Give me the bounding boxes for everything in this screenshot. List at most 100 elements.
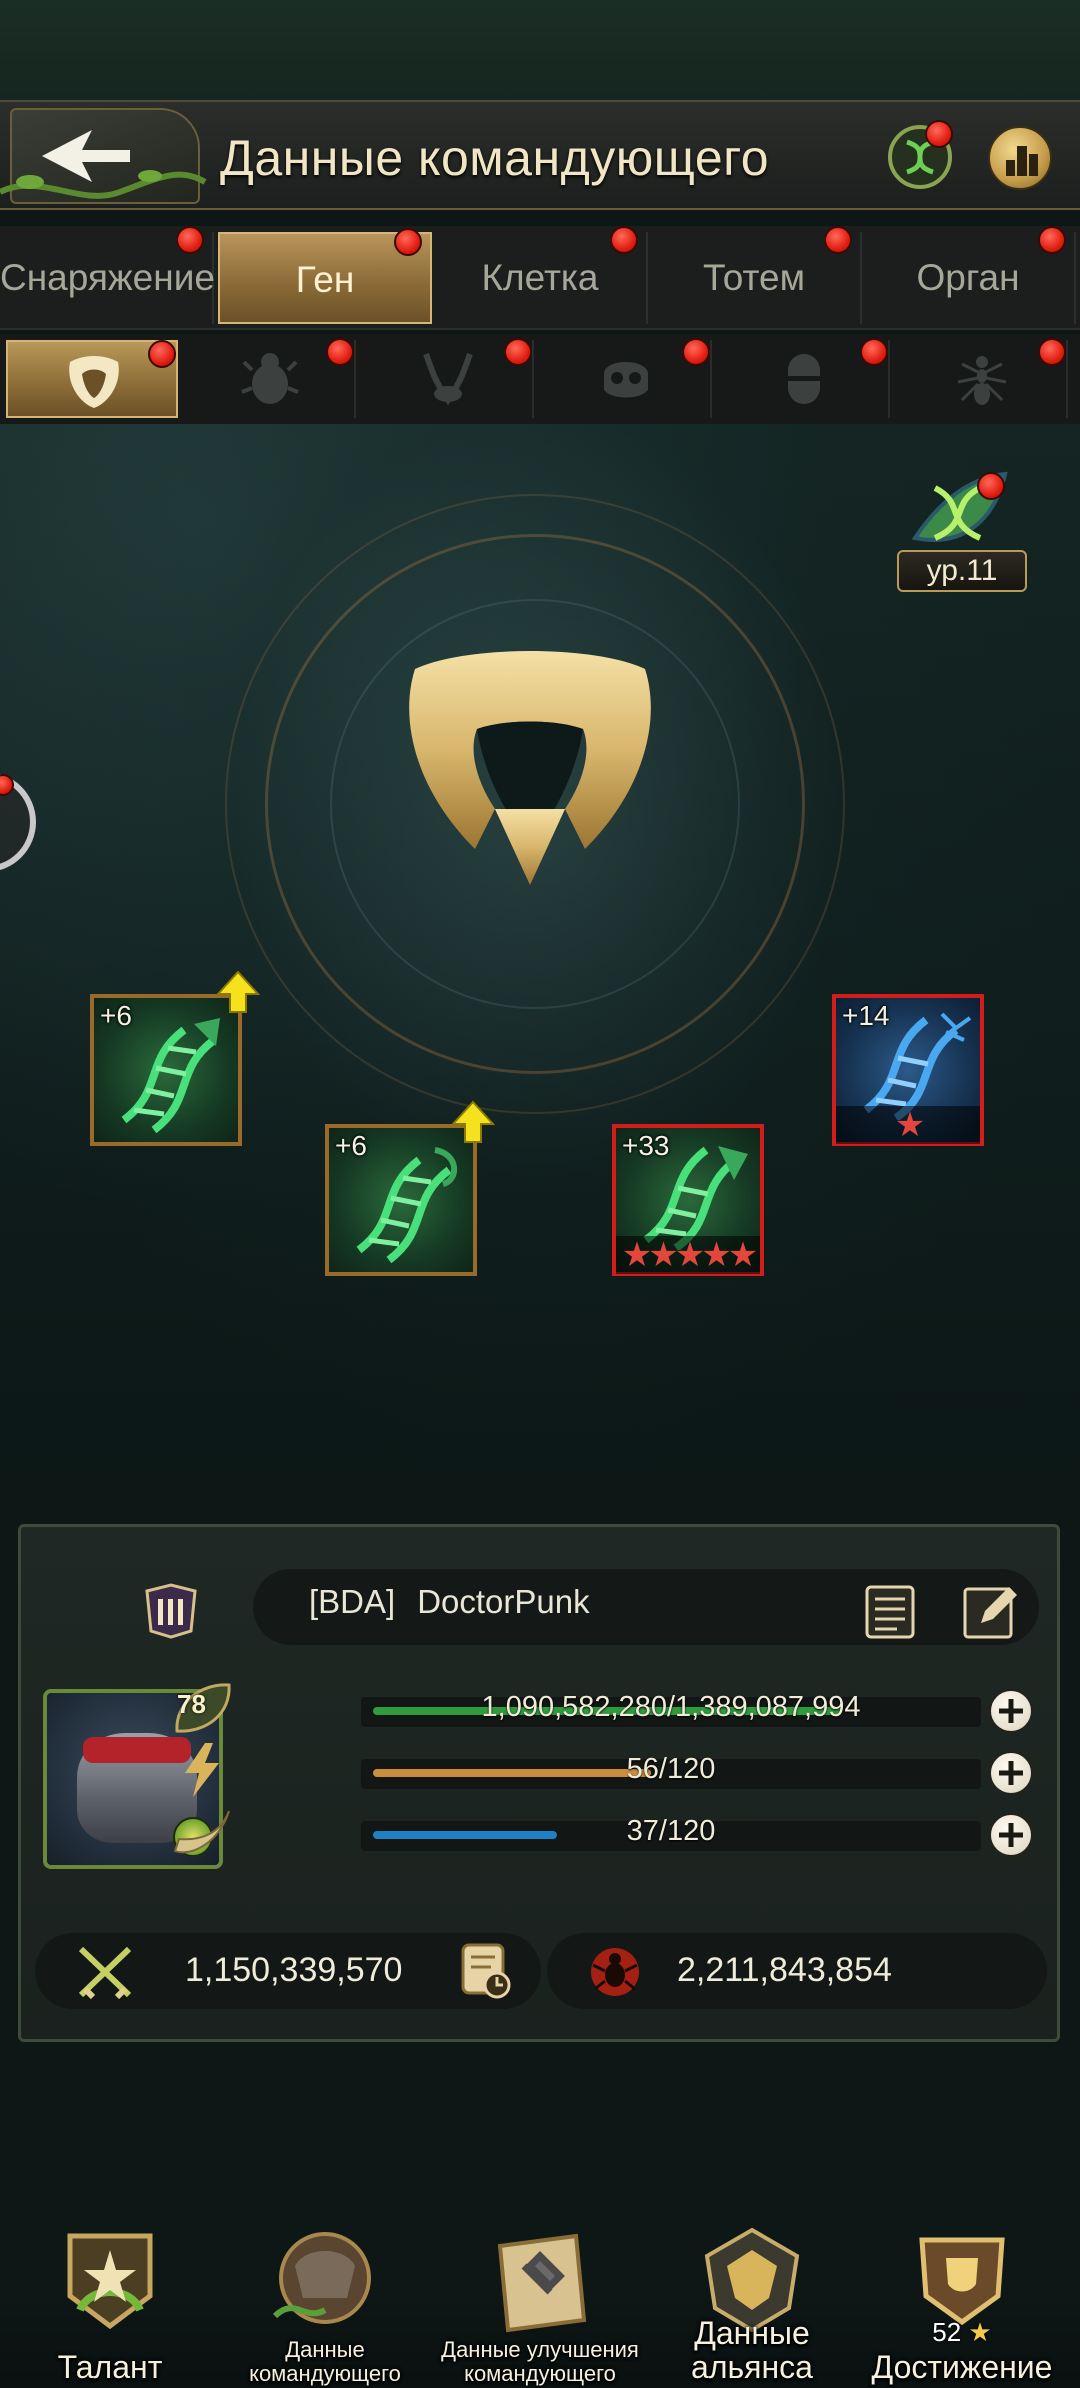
- gene-slot[interactable]: +6: [90, 970, 260, 1146]
- notification-dot: [394, 228, 422, 256]
- notification-dot: [326, 338, 354, 366]
- nav-commander-data[interactable]: Данные командующего: [225, 2220, 425, 2388]
- horn-icon: [173, 1810, 230, 1854]
- leaderboard-button[interactable]: [988, 126, 1052, 190]
- subtab-ant[interactable]: [896, 338, 1068, 418]
- nav-label: Данные альянса: [691, 2315, 813, 2385]
- gene-level-bonus: +6: [100, 1000, 132, 1031]
- star-icon: ★: [968, 2317, 992, 2347]
- gene-slot[interactable]: +14 ★: [832, 994, 984, 1146]
- tab-label: Орган: [916, 257, 1020, 298]
- skull-icon: [604, 362, 648, 398]
- talent-icon: [67, 2233, 153, 2330]
- horned-emblem-icon: [69, 356, 119, 408]
- nav-achievement[interactable]: 52 ★ Достижение: [862, 2220, 1062, 2388]
- main-tabs: Снаряжение Ген Клетка Тотем Орган: [0, 226, 1080, 330]
- commander-level: 78: [177, 1689, 206, 1719]
- notification-dot: [504, 338, 532, 366]
- commander-name: [BDA] DoctorPunk: [309, 1583, 590, 1621]
- exp-value: 1,090,582,280/1,389,087,994: [481, 1691, 861, 1723]
- tab-equipment[interactable]: Снаряжение: [0, 226, 215, 324]
- gene-level-bonus: +33: [622, 1130, 670, 1161]
- notification-dot: [925, 120, 953, 148]
- ant-kill-icon: [591, 1948, 639, 1996]
- tab-label: Снаряжение: [0, 257, 215, 298]
- gene-category-tabs: [0, 334, 1080, 424]
- tab-cell[interactable]: Клетка: [434, 226, 648, 324]
- leaderboard-icon: [1006, 146, 1038, 176]
- star-icon: ★: [894, 1106, 926, 1144]
- kills-count: 2,211,843,854: [677, 1951, 892, 1989]
- energy-row: 56/120: [171, 1743, 1051, 1797]
- notification-dot: [1038, 226, 1066, 254]
- notification-dot: [977, 472, 1005, 500]
- notification-dot: [682, 338, 710, 366]
- notification-dot: [148, 340, 176, 368]
- energy-value: 56/120: [626, 1753, 716, 1785]
- upgrade-arrow-icon: [216, 970, 260, 1013]
- star-rating: ★: [836, 1106, 980, 1144]
- nav-label: Данные командующего: [249, 2337, 401, 2386]
- upgrade-arrow-icon: [451, 1100, 495, 1143]
- stamina-value: 37/120: [626, 1815, 716, 1847]
- gene-showcase: ур.11 +6 +6 +33 ★★★★★ +14 ★: [0, 424, 1080, 1494]
- gene-slot[interactable]: +6: [325, 1100, 495, 1276]
- commander-power: 1,150,339,570: [185, 1951, 403, 1989]
- subtab-capsule[interactable]: [718, 338, 890, 418]
- add-energy-button[interactable]: [989, 1751, 1033, 1795]
- alliance-rank-icon: [145, 1583, 197, 1639]
- edit-icon[interactable]: [961, 1581, 1021, 1641]
- capsule-icon: [788, 354, 820, 404]
- commander-profile-panel: [BDA] DoctorPunk 78 1,090,582,280/1,389,0…: [18, 1524, 1060, 2042]
- gene-shortcut-button[interactable]: [885, 120, 955, 192]
- details-list-icon[interactable]: [861, 1583, 919, 1641]
- ant-icon: [957, 356, 1007, 405]
- star-rating: ★★★★★: [616, 1236, 760, 1274]
- tab-label: Тотем: [702, 257, 806, 298]
- side-drawer-handle[interactable]: [0, 772, 36, 872]
- tab-organ[interactable]: Орган: [862, 226, 1076, 324]
- lightning-icon: [185, 1743, 219, 1797]
- commander-portrait-icon: [272, 2232, 371, 2324]
- crossed-swords-icon: [78, 1946, 132, 2000]
- subtab-horned-emblem[interactable]: [6, 340, 178, 418]
- player-name: DoctorPunk: [417, 1583, 590, 1620]
- gene-level-bonus: +6: [335, 1130, 367, 1161]
- subtab-beetle[interactable]: [184, 338, 356, 418]
- alliance-tag: [BDA]: [309, 1583, 396, 1620]
- notification-dot: [0, 774, 14, 796]
- beetle-icon: [241, 353, 299, 404]
- notification-dot: [610, 226, 638, 254]
- notification-dot: [824, 226, 852, 254]
- vine-decoration-icon: [0, 170, 207, 199]
- power-pill: 1,150,339,570: [35, 1933, 541, 2009]
- gene-slot[interactable]: +33 ★★★★★: [612, 1124, 764, 1276]
- header-bar: Данные командующего: [0, 100, 1080, 210]
- tab-totem[interactable]: Тотем: [648, 226, 862, 324]
- power-history-icon[interactable]: [455, 1941, 515, 2001]
- notification-dot: [860, 338, 888, 366]
- nav-talent[interactable]: Талант: [10, 2220, 210, 2388]
- nav-label: Талант: [57, 2349, 163, 2385]
- nav-upgrade-data[interactable]: Данные улучшения командующего: [440, 2220, 640, 2388]
- stamina-row: 37/120: [171, 1810, 1051, 1857]
- horned-emblem-icon: [409, 651, 651, 885]
- gene-level-badge[interactable]: ур.11: [895, 468, 1035, 608]
- kills-pill: 2,211,843,854: [547, 1933, 1047, 2009]
- star-icon: ★★★★★: [621, 1236, 758, 1274]
- gene-level-bonus: +14: [842, 1000, 890, 1031]
- exp-row: 78 1,090,582,280/1,389,087,994: [171, 1683, 1051, 1733]
- subtab-mantis[interactable]: [362, 338, 534, 418]
- subtab-skull[interactable]: [540, 338, 712, 418]
- top-backdrop: [0, 0, 1080, 100]
- commander-name-row: [BDA] DoctorPunk: [253, 1569, 1039, 1645]
- notification-dot: [176, 226, 204, 254]
- tab-label: Ген: [295, 259, 355, 300]
- page-title: Данные командующего: [220, 130, 770, 186]
- nav-alliance-data[interactable]: Данные альянса: [652, 2220, 852, 2388]
- tab-gene[interactable]: Ген: [218, 228, 432, 324]
- add-exp-button[interactable]: [989, 1689, 1033, 1733]
- nav-label: Достижение: [871, 2349, 1053, 2385]
- add-stamina-button[interactable]: [989, 1813, 1033, 1857]
- achievement-count-value: 52: [932, 2317, 962, 2347]
